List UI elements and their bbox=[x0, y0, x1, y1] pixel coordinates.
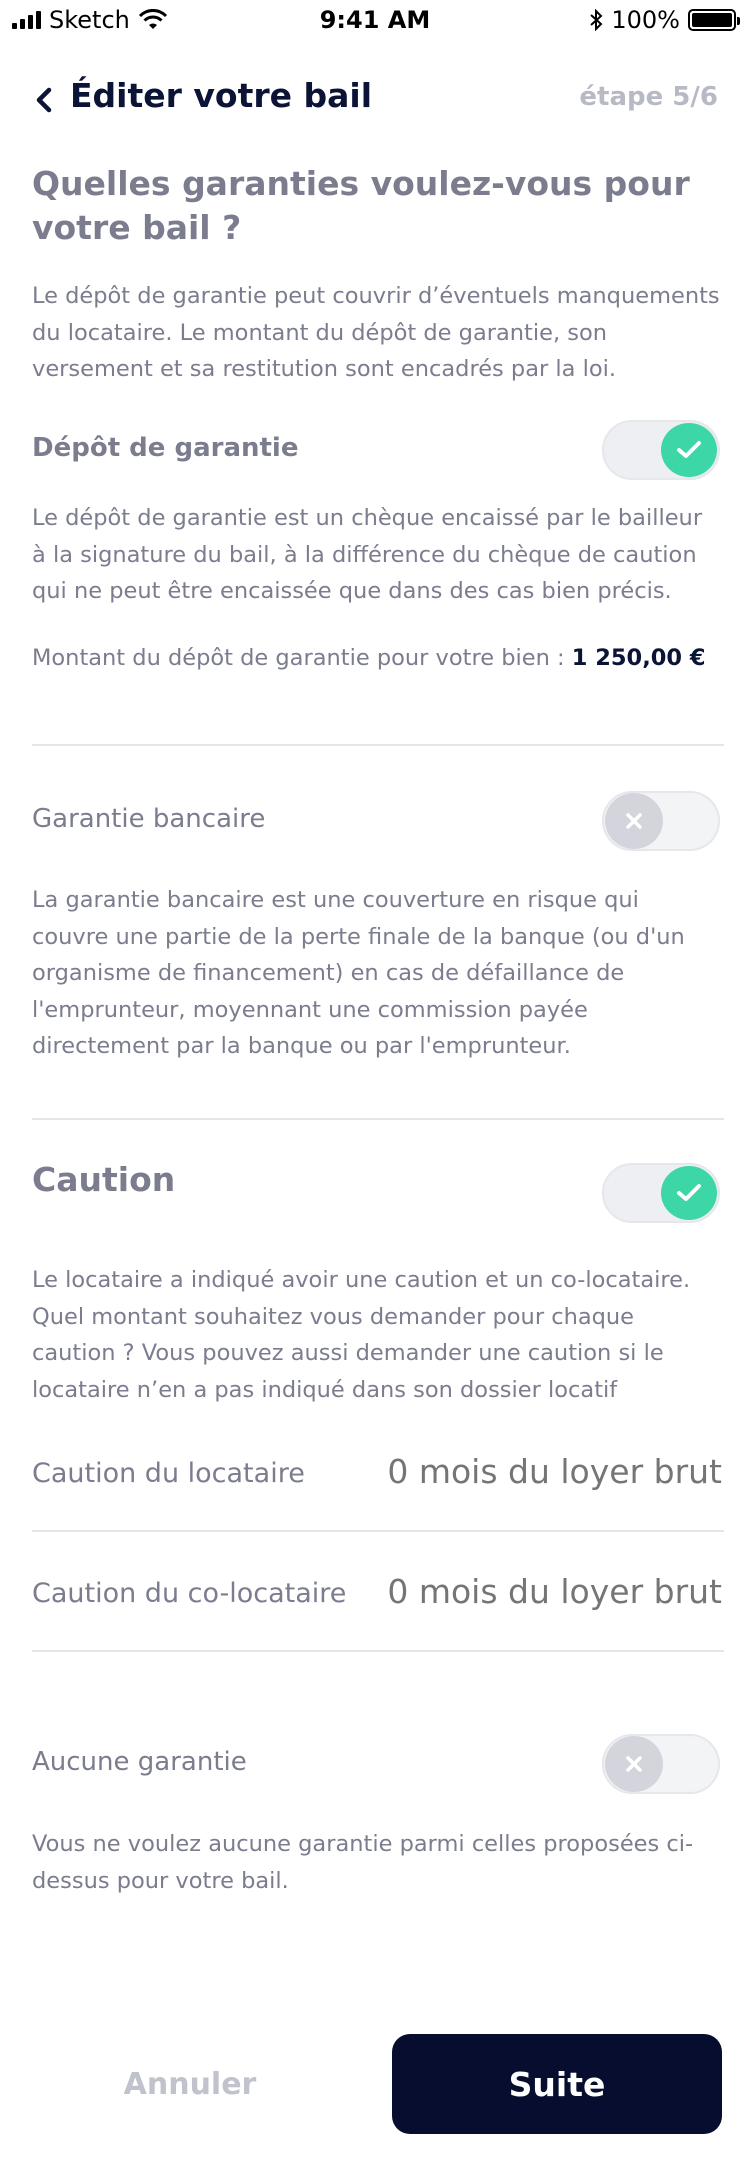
depot-amount-line: Montant du dépôt de garantie pour votre … bbox=[32, 640, 722, 677]
caution-title: Caution bbox=[32, 1160, 176, 1199]
toggle-knob bbox=[605, 793, 663, 849]
chevron-left-icon bbox=[36, 87, 52, 113]
header: Éditer votre bail étape 5/6 bbox=[32, 76, 718, 126]
caution-toggle[interactable] bbox=[602, 1163, 720, 1223]
page-title: Éditer votre bail bbox=[70, 76, 373, 115]
caution-locataire-input[interactable] bbox=[362, 1452, 722, 1491]
garantie-bancaire-toggle[interactable] bbox=[602, 791, 720, 851]
aucune-title: Aucune garantie bbox=[32, 1747, 247, 1777]
toggle-knob bbox=[661, 423, 717, 477]
divider bbox=[32, 1650, 724, 1652]
divider bbox=[32, 1118, 724, 1120]
back-button[interactable] bbox=[32, 86, 56, 114]
cancel-button[interactable]: Annuler bbox=[32, 2034, 348, 2134]
check-icon bbox=[677, 441, 701, 458]
battery-percent: 100% bbox=[611, 6, 680, 34]
depot-amount-value: 1 250,00 € bbox=[571, 645, 706, 671]
depot-description: Le dépôt de garantie est un chèque encai… bbox=[32, 505, 703, 604]
aucune-toggle[interactable] bbox=[602, 1734, 720, 1794]
caution-colocataire-input[interactable] bbox=[362, 1572, 722, 1611]
section-heading: Quelles garanties voulez-vous pour votre… bbox=[32, 164, 690, 247]
caution-description: Le locataire a indiqué avoir une caution… bbox=[32, 1267, 691, 1403]
next-button[interactable]: Suite bbox=[392, 2034, 722, 2134]
depot-title: Dépôt de garantie bbox=[32, 433, 299, 463]
close-icon bbox=[626, 1756, 642, 1772]
divider bbox=[32, 744, 724, 746]
check-icon bbox=[677, 1184, 701, 1201]
divider bbox=[32, 1530, 724, 1532]
toggle-knob bbox=[661, 1166, 717, 1220]
depot-amount-label: Montant du dépôt de garantie pour votre … bbox=[32, 645, 565, 671]
bluetooth-icon bbox=[590, 9, 603, 31]
caution-locataire-label: Caution du locataire bbox=[32, 1458, 305, 1489]
garantie-bancaire-title: Garantie bancaire bbox=[32, 804, 266, 834]
garantie-bancaire-description: La garantie bancaire est une couverture … bbox=[32, 887, 685, 1059]
caution-colocataire-label: Caution du co-locataire bbox=[32, 1578, 347, 1609]
battery-icon bbox=[688, 9, 740, 31]
intro-text: Le dépôt de garantie peut couvrir d’éven… bbox=[32, 283, 720, 382]
toggle-knob bbox=[605, 1736, 663, 1792]
aucune-description: Vous ne voulez aucune garantie parmi cel… bbox=[32, 1831, 694, 1894]
status-bar: Sketch 9:41 AM 100% bbox=[0, 0, 750, 40]
step-indicator: étape 5/6 bbox=[579, 82, 718, 112]
depot-toggle[interactable] bbox=[602, 420, 720, 480]
status-right: 100% bbox=[589, 6, 740, 34]
close-icon bbox=[626, 813, 642, 829]
